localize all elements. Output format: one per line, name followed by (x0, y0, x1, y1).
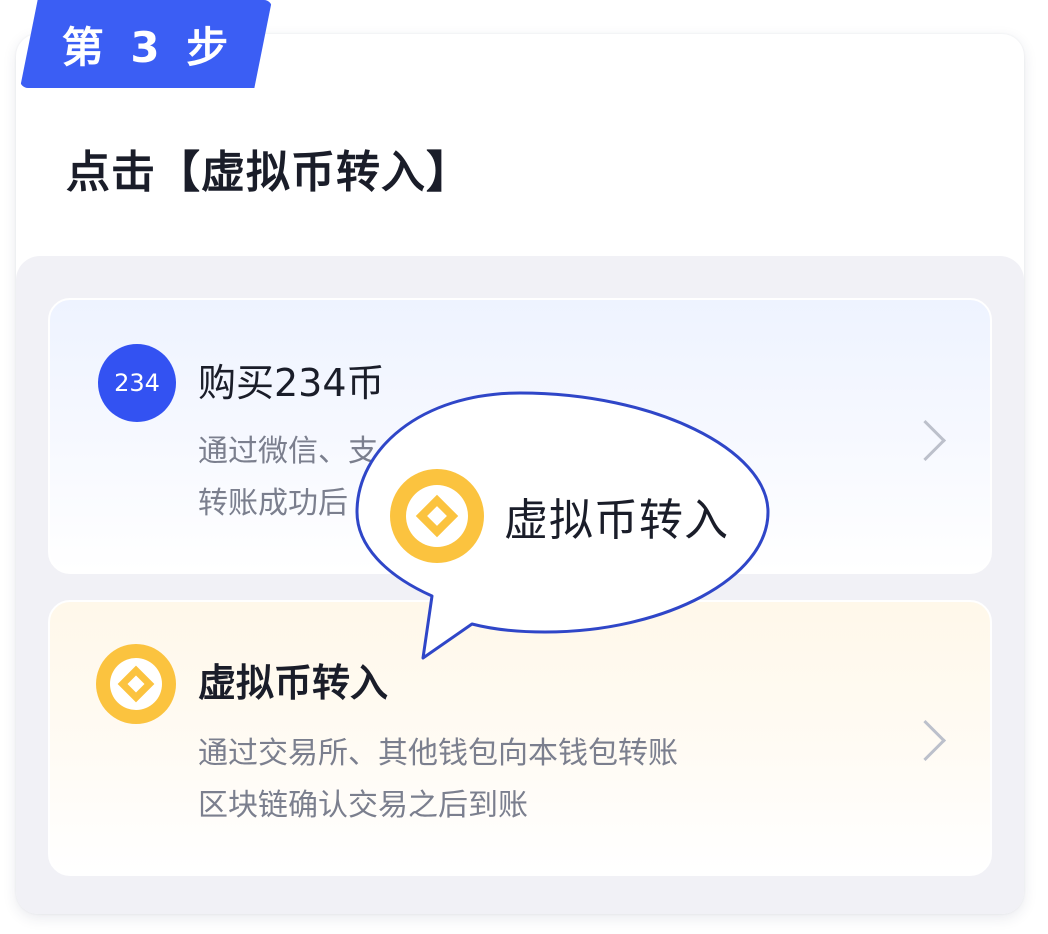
chevron-right-icon (904, 419, 947, 462)
coin-234-icon: 234 (98, 344, 176, 422)
option-virtual-coin-transfer[interactable]: 虚拟币转入 通过交易所、其他钱包向本钱包转账 区块链确认交易之后到账 (48, 600, 992, 876)
callout-label: 虚拟币转入 (504, 495, 729, 546)
step-badge: 第 3 步 (20, 0, 272, 88)
step-label: 第 3 步 (61, 22, 235, 72)
callout-content: 虚拟币转入 (390, 468, 729, 564)
option-desc-line-1: 通过微信、支 (198, 434, 378, 469)
chevron-right-icon (904, 719, 947, 762)
option-desc-line-1: 通过交易所、其他钱包向本钱包转账 (198, 736, 678, 771)
option-title: 虚拟币转入 (198, 661, 389, 705)
option-desc-line-2: 区块链确认交易之后到账 (198, 788, 528, 823)
coin-diamond-icon (96, 644, 176, 724)
coin-diamond-icon (390, 469, 484, 563)
option-desc-line-2: 转账成功后 (198, 486, 348, 521)
page-title: 点击【虚拟币转入】 (66, 147, 471, 198)
option-title: 购买234币 (198, 361, 385, 405)
